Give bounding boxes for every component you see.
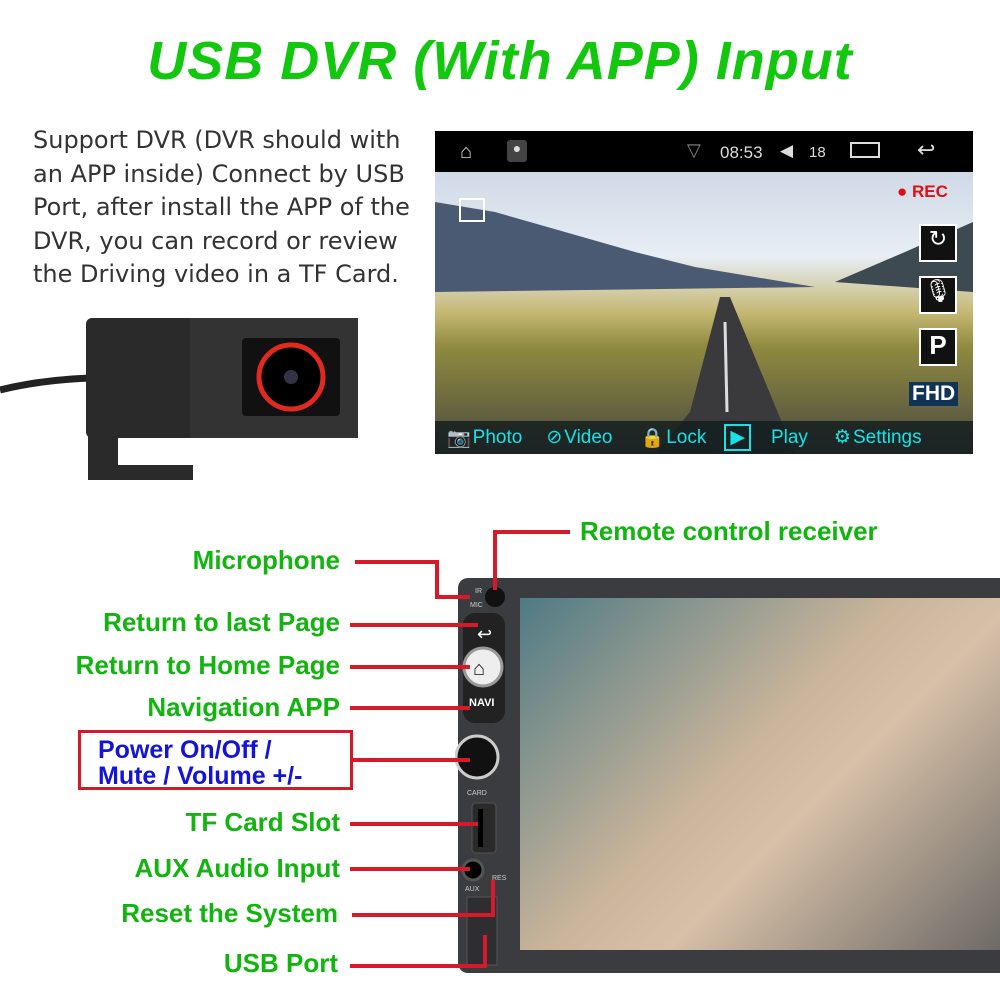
label-power-box: Power On/Off / Mute / Volume +/- <box>78 730 353 790</box>
label-return-home: Return to Home Page <box>75 650 340 680</box>
label-remote-receiver: Remote control receiver <box>580 516 878 546</box>
label-tf-card: TF Card Slot <box>185 807 340 837</box>
label-navigation: Navigation APP <box>147 692 340 722</box>
label-usb: USB Port <box>223 948 338 978</box>
label-power-line2: Mute / Volume +/- <box>98 762 303 790</box>
label-return-last: Return to last Page <box>103 607 340 637</box>
label-microphone: Microphone <box>192 545 340 575</box>
label-aux: AUX Audio Input <box>134 853 340 883</box>
label-power-line1: Power On/Off / <box>98 736 272 764</box>
label-reset: Reset the System <box>121 898 338 928</box>
leader-lines <box>350 530 570 968</box>
